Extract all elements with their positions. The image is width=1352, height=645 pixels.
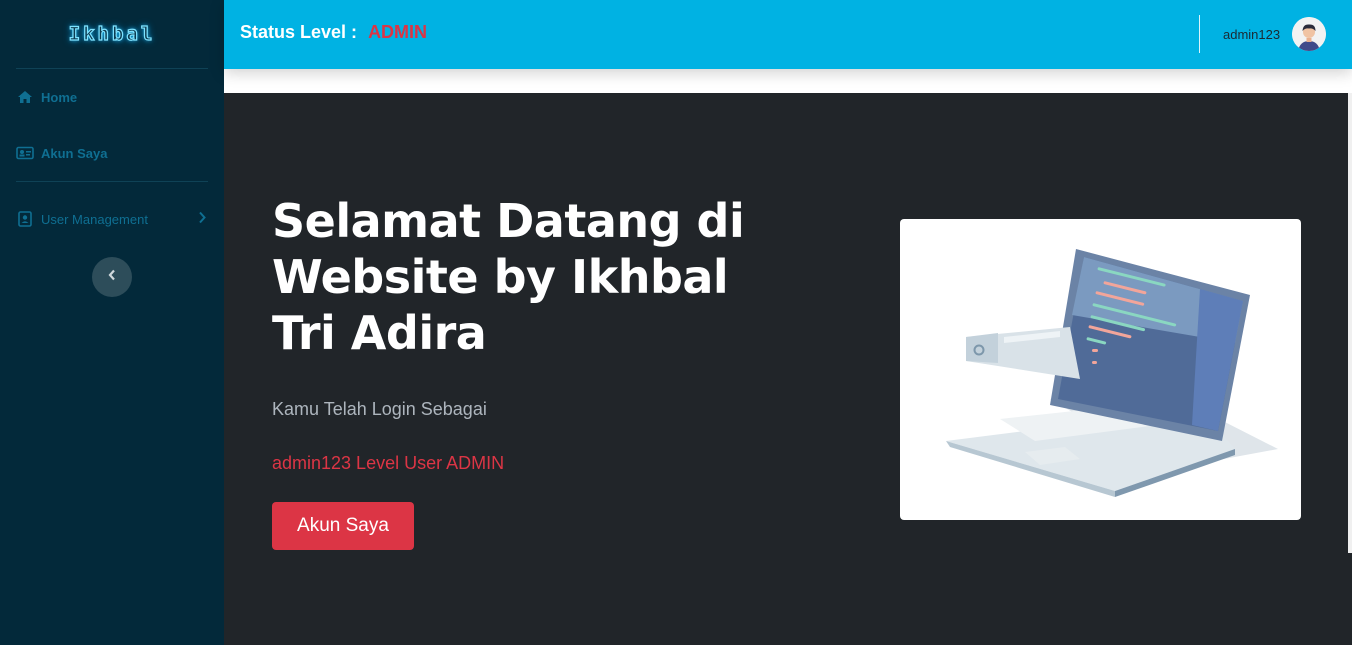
status-label: Status Level : [240, 22, 358, 42]
sidebar: Ikhbal Home Akun Saya User Management [0, 0, 224, 645]
home-icon [16, 89, 34, 105]
brand-logo[interactable]: Ikhbal [0, 0, 224, 68]
status-level: Status Level : ADMIN [240, 22, 427, 43]
user-role-text: admin123 Level User ADMIN [272, 453, 505, 473]
user-name[interactable]: admin123 [1223, 27, 1280, 42]
sidebar-item-akun-saya[interactable]: Akun Saya [0, 125, 224, 181]
brand-text: Ikhbal [68, 22, 156, 45]
status-badge: ADMIN [368, 22, 428, 42]
page-title: Selamat Datang di Website by Ikhbal Tri … [272, 194, 745, 360]
sidebar-item-home[interactable]: Home [0, 69, 224, 125]
avatar[interactable] [1292, 17, 1326, 51]
content-top-strip [224, 69, 1352, 93]
chevron-left-icon [108, 268, 116, 286]
topbar-divider [1199, 15, 1200, 53]
chevron-right-icon [198, 211, 206, 227]
id-card-icon [16, 145, 34, 161]
sidebar-item-label: User Management [41, 211, 148, 227]
sidebar-item-user-management[interactable]: User Management [0, 182, 224, 256]
topbar: Status Level : ADMIN admin123 [224, 0, 1352, 69]
laptop-illustration [900, 219, 1301, 520]
sidebar-item-label: Akun Saya [41, 145, 108, 161]
akun-saya-button[interactable]: Akun Saya [272, 502, 414, 550]
hero-section: Selamat Datang di Website by Ikhbal Tri … [224, 93, 1352, 645]
scrollbar[interactable] [1348, 93, 1352, 553]
sidebar-toggle-button[interactable] [92, 257, 132, 297]
sidebar-item-label: Home [41, 89, 78, 105]
hero-subtitle: Kamu Telah Login Sebagai [272, 399, 487, 419]
address-book-icon [16, 211, 34, 227]
